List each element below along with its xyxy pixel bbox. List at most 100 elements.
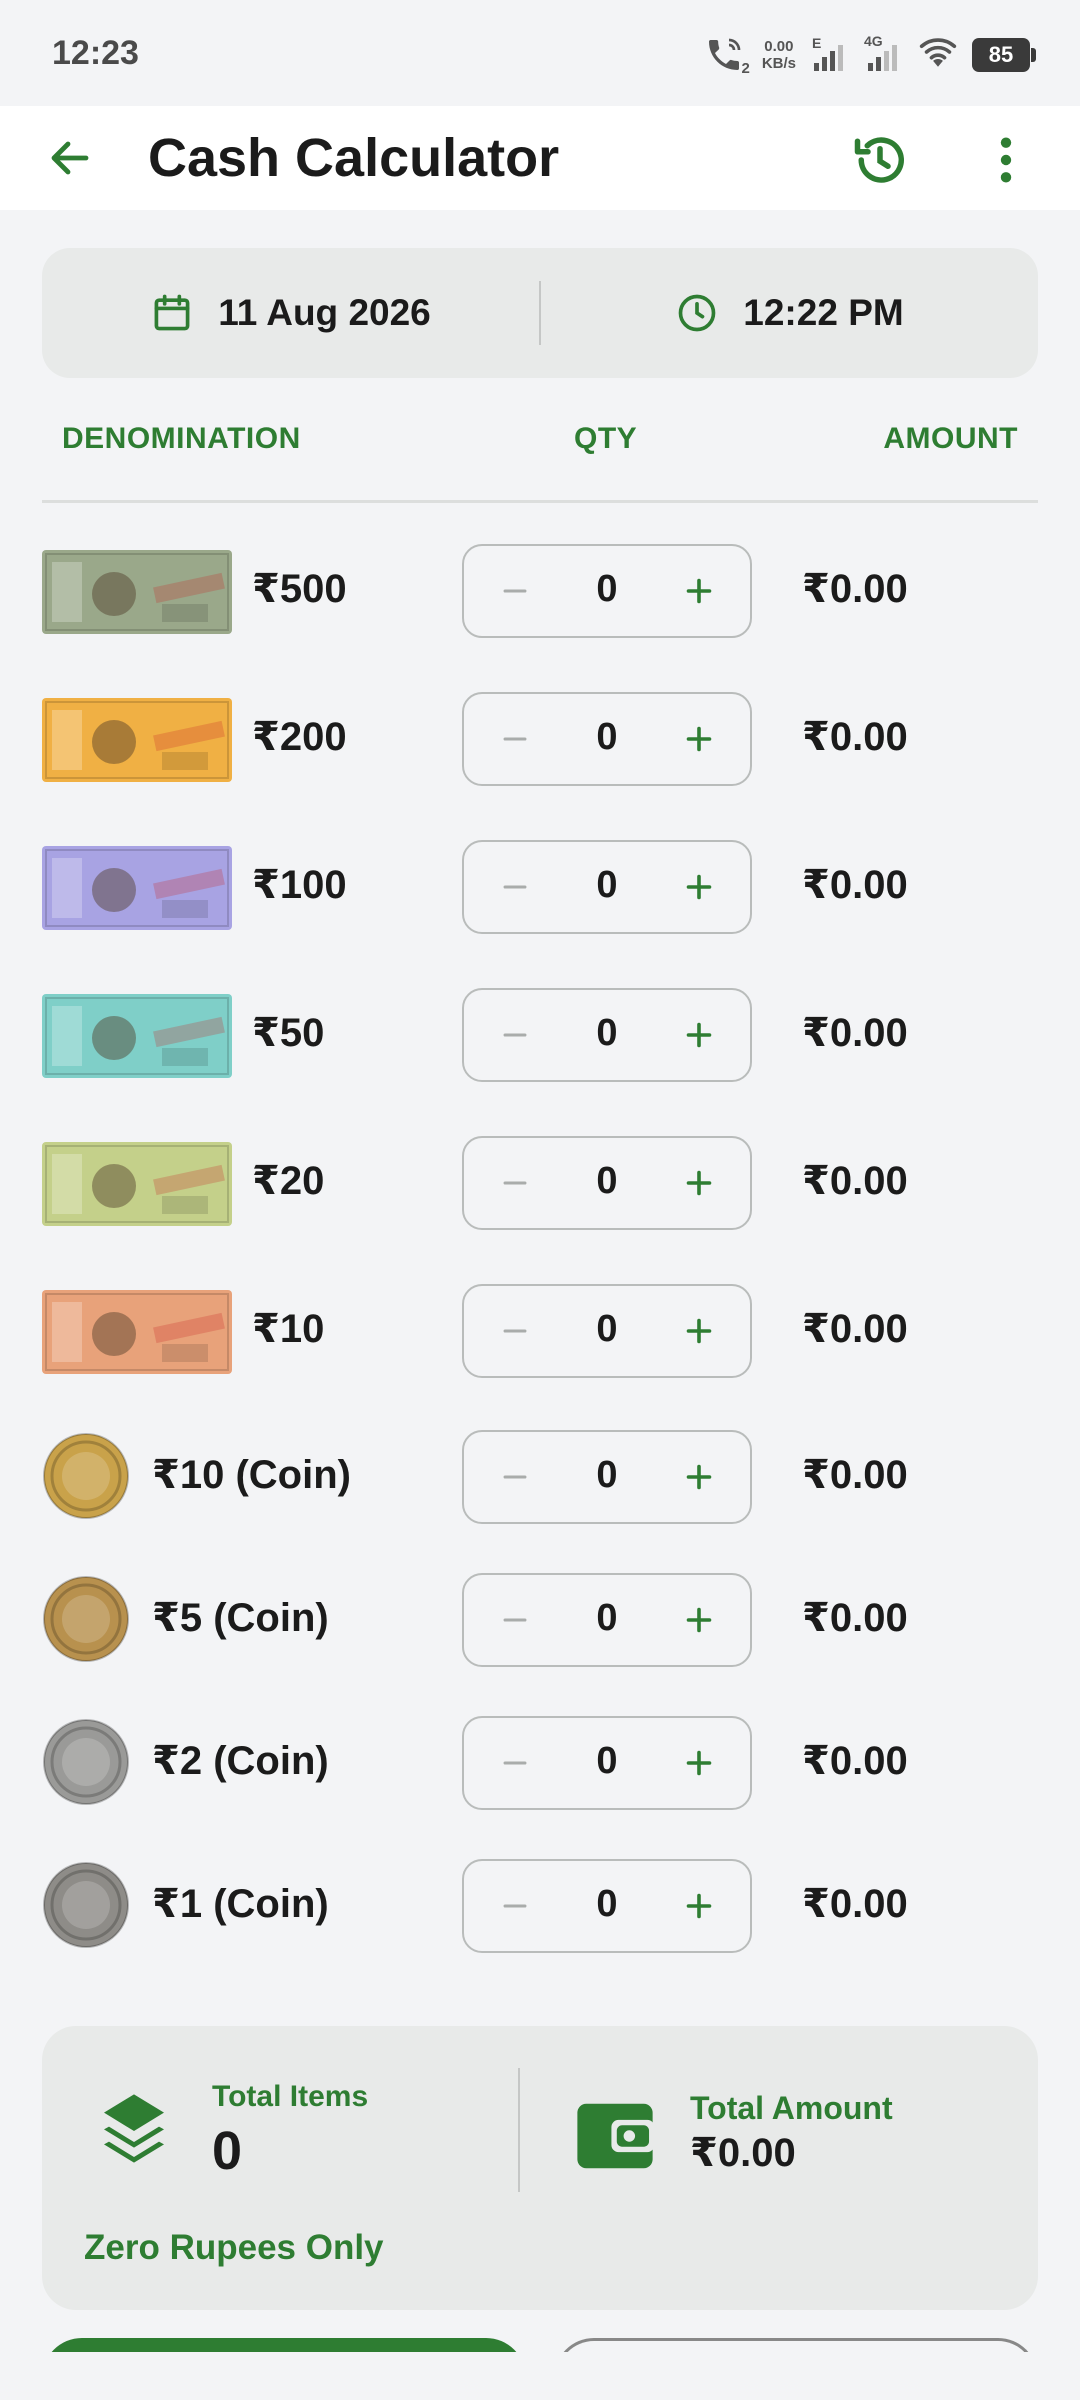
row-amount: ₹0.00 — [802, 1159, 908, 1203]
denomination-row: ₹10 0 ₹0.00 — [42, 1284, 1038, 1380]
coin-image — [42, 1718, 130, 1806]
plus-icon — [686, 1318, 712, 1344]
coin-image — [42, 1432, 130, 1520]
time-value: 12:22 PM — [743, 292, 904, 333]
back-button[interactable] — [40, 128, 100, 188]
bottom-clip — [0, 2352, 1080, 2400]
plus-icon — [686, 1750, 712, 1776]
row-amount: ₹0.00 — [802, 1882, 908, 1926]
minus-icon — [503, 1761, 527, 1765]
minus-icon — [503, 1181, 527, 1185]
plus-icon — [686, 1464, 712, 1490]
banknote-image — [42, 846, 232, 930]
increment-button[interactable] — [666, 1444, 732, 1510]
increment-button[interactable] — [666, 1002, 732, 1068]
quantity-value[interactable]: 0 — [548, 1454, 666, 1497]
net-speed: 0.00 KB/s — [762, 38, 796, 72]
decrement-button[interactable] — [482, 558, 548, 624]
column-headers: DENOMINATION QTY AMOUNT — [42, 418, 1038, 462]
qty-header: QTY — [574, 422, 638, 455]
net-speed-value: 0.00 — [764, 37, 794, 55]
quantity-value[interactable]: 0 — [548, 1160, 666, 1203]
date-value: 11 Aug 2026 — [218, 292, 431, 333]
decrement-button[interactable] — [482, 1150, 548, 1216]
denomination-label: ₹1 (Coin) — [152, 1882, 329, 1926]
quantity-value[interactable]: 0 — [548, 1597, 666, 1640]
minus-icon — [503, 1033, 527, 1037]
denomination-label: ₹2 (Coin) — [152, 1739, 329, 1783]
banknote-image — [42, 1142, 232, 1226]
increment-button[interactable] — [666, 1150, 732, 1216]
time-picker[interactable]: 12:22 PM — [541, 291, 1038, 335]
denomination-row: ₹50 0 ₹0.00 — [42, 988, 1038, 1084]
calendar-icon — [154, 294, 190, 331]
decrement-button[interactable] — [482, 1444, 548, 1510]
denomination-label: ₹10 — [252, 1307, 325, 1351]
increment-button[interactable] — [666, 1298, 732, 1364]
plus-icon — [686, 874, 712, 900]
amount-header: AMOUNT — [883, 422, 1018, 455]
increment-button[interactable] — [666, 1873, 732, 1939]
summary-card: Total Items 0 Total Amount ₹0.00 Zero Ru… — [42, 2026, 1038, 2310]
denomination-row: ₹1 (Coin) 0 ₹0.00 — [42, 1859, 1038, 1955]
signal-sim2-icon: 4G — [864, 33, 904, 75]
row-amount: ₹0.00 — [802, 1596, 908, 1640]
quantity-stepper: 0 — [462, 988, 752, 1082]
plus-icon — [686, 578, 712, 604]
minus-icon — [503, 1475, 527, 1479]
quantity-value[interactable]: 0 — [548, 1308, 666, 1351]
total-amount-value: ₹0.00 — [690, 2131, 796, 2175]
plus-icon — [686, 1607, 712, 1633]
history-button[interactable] — [848, 128, 912, 192]
battery-indicator: 85 — [972, 37, 1036, 72]
quantity-value[interactable]: 0 — [548, 1883, 666, 1926]
quantity-value[interactable]: 0 — [548, 568, 666, 611]
denomination-row: ₹100 0 ₹0.00 — [42, 840, 1038, 936]
total-amount-label: Total Amount — [690, 2090, 893, 2126]
decrement-button[interactable] — [482, 1298, 548, 1364]
amount-in-words: Zero Rupees Only — [84, 2228, 384, 2267]
summary-divider — [518, 2068, 520, 2192]
minus-icon — [503, 1904, 527, 1908]
minus-icon — [503, 1329, 527, 1333]
total-items-value: 0 — [212, 2121, 243, 2181]
more-options-button[interactable] — [976, 128, 1036, 192]
minus-icon — [503, 885, 527, 889]
back-arrow-icon — [51, 141, 89, 175]
increment-button[interactable] — [666, 1730, 732, 1796]
decrement-button[interactable] — [482, 1587, 548, 1653]
status-bar: 12:23 2 0.00 KB/s E 4G 85 — [0, 0, 1080, 106]
quantity-value[interactable]: 0 — [548, 716, 666, 759]
banknote-image — [42, 698, 232, 782]
decrement-button[interactable] — [482, 1730, 548, 1796]
page-title: Cash Calculator — [148, 128, 560, 188]
decrement-button[interactable] — [482, 1002, 548, 1068]
row-amount: ₹0.00 — [802, 715, 908, 759]
minus-icon — [503, 737, 527, 741]
denomination-label: ₹200 — [252, 715, 347, 759]
decrement-button[interactable] — [482, 854, 548, 920]
denomination-label: ₹500 — [252, 567, 347, 611]
net-speed-unit: KB/s — [761, 54, 796, 72]
call-icon: 2 — [704, 35, 750, 77]
quantity-value[interactable]: 0 — [548, 864, 666, 907]
denomination-row: ₹200 0 ₹0.00 — [42, 692, 1038, 788]
decrement-button[interactable] — [482, 706, 548, 772]
denomination-row: ₹2 (Coin) 0 ₹0.00 — [42, 1716, 1038, 1812]
quantity-value[interactable]: 0 — [548, 1740, 666, 1783]
increment-button[interactable] — [666, 854, 732, 920]
denomination-row: ₹10 (Coin) 0 ₹0.00 — [42, 1430, 1038, 1526]
increment-button[interactable] — [666, 706, 732, 772]
denomination-header: DENOMINATION — [62, 422, 301, 455]
decrement-button[interactable] — [482, 1873, 548, 1939]
increment-button[interactable] — [666, 558, 732, 624]
denomination-label: ₹20 — [252, 1159, 325, 1203]
quantity-value[interactable]: 0 — [548, 1012, 666, 1055]
row-amount: ₹0.00 — [802, 1453, 908, 1497]
quantity-stepper: 0 — [462, 1284, 752, 1378]
quantity-stepper: 0 — [462, 1716, 752, 1810]
banknote-image — [42, 550, 232, 634]
increment-button[interactable] — [666, 1587, 732, 1653]
quantity-stepper: 0 — [462, 1430, 752, 1524]
date-picker[interactable]: 11 Aug 2026 — [42, 291, 539, 335]
